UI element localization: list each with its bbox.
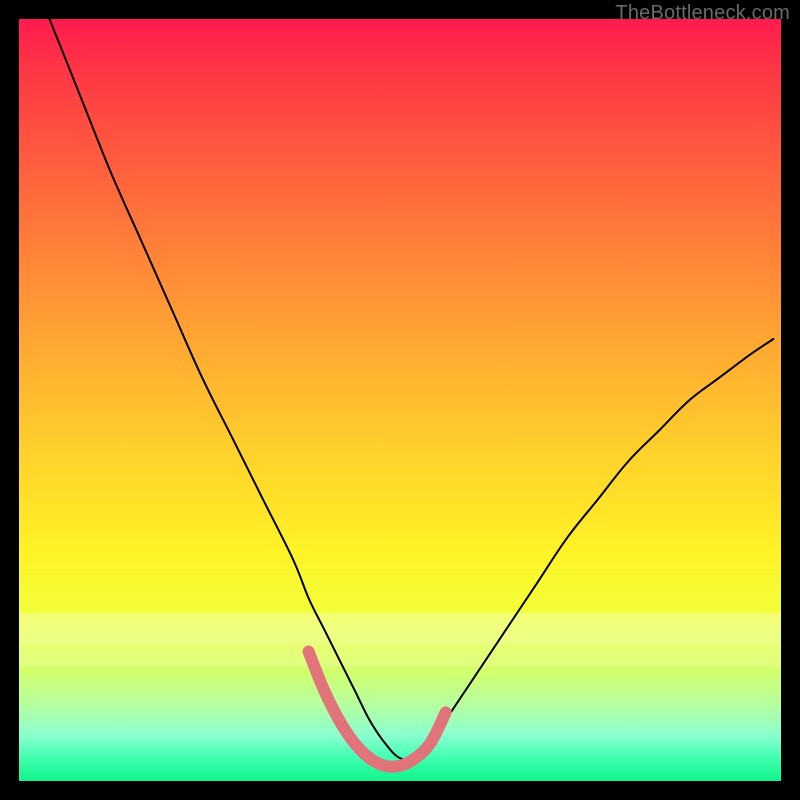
curve-main: [50, 19, 774, 760]
watermark-text: TheBottleneck.com: [615, 2, 790, 25]
curve-pink: [309, 652, 446, 767]
chart-plot-area: [19, 19, 781, 781]
chart-curves: [19, 19, 781, 781]
chart-frame: TheBottleneck.com: [0, 0, 800, 800]
